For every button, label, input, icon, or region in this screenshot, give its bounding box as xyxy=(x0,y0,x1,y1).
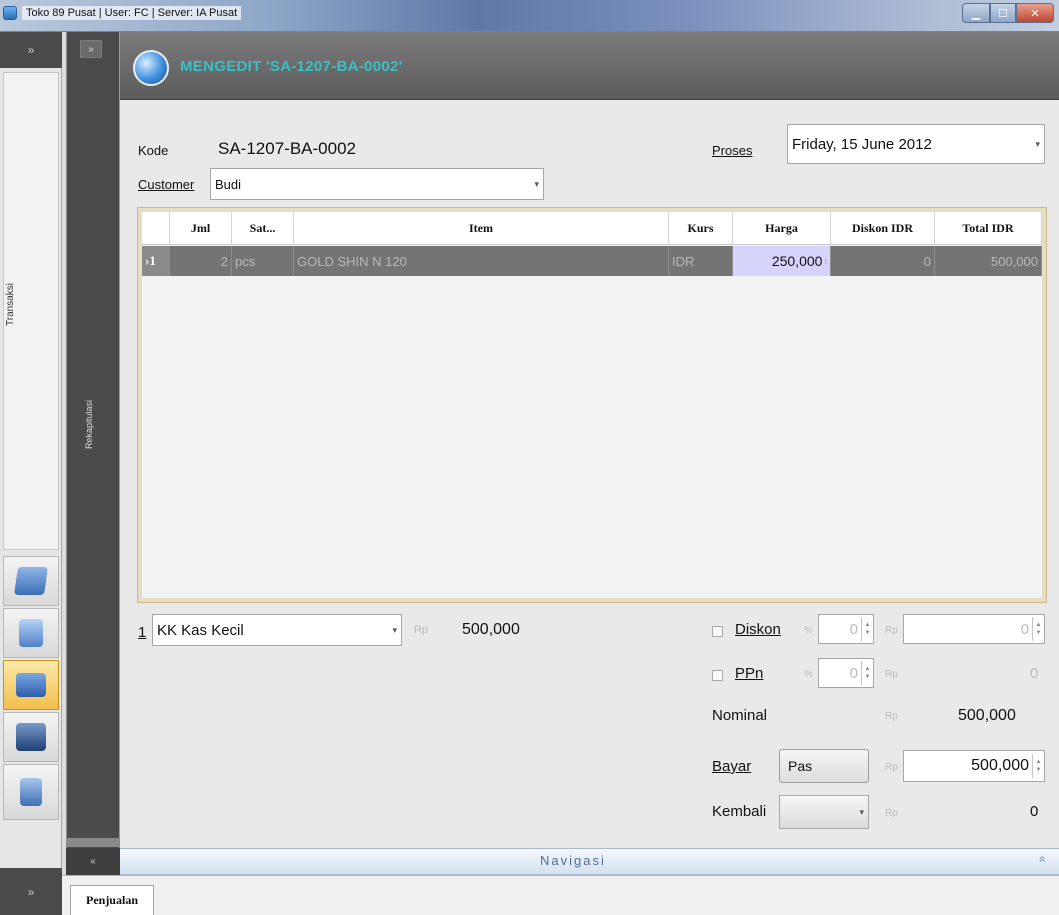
spinner-arrows-icon[interactable]: ▲ ▼ xyxy=(1032,617,1044,641)
cell-kurs[interactable]: IDR xyxy=(669,246,733,276)
recap-panel-label: Rekapitulasi xyxy=(84,400,94,450)
chevron-down-icon[interactable]: ▾ xyxy=(859,807,864,818)
page-title: MENGEDIT 'SA-1207-BA-0002' xyxy=(180,58,403,75)
proses-date-picker[interactable]: Friday, 15 June 2012 ▾ xyxy=(787,124,1045,164)
payment-account-dropdown[interactable]: KK Kas Kecil ▾ xyxy=(152,614,402,646)
window-controls: ▁ ☐ ✕ xyxy=(962,3,1054,23)
column-header-diskon[interactable]: Diskon IDR xyxy=(831,212,935,244)
kode-value: SA-1207-BA-0002 xyxy=(218,139,356,158)
cell-satuan[interactable]: pcs xyxy=(232,246,294,276)
chevron-down-icon[interactable]: ▾ xyxy=(534,179,539,190)
diskon-amount-spinner[interactable]: 0 ▲ ▼ xyxy=(903,614,1045,644)
folder-icon xyxy=(16,723,46,751)
table-row[interactable]: › 1 2 pcs GOLD SHIN N 120 IDR 250,000 ⁝ 0 … xyxy=(142,246,1042,276)
nominal-value: 500,000 xyxy=(958,707,1016,724)
cell-total[interactable]: 500,000 xyxy=(935,246,1042,276)
column-header-total[interactable]: Total IDR xyxy=(935,212,1042,244)
chevron-down-icon[interactable]: ▾ xyxy=(1035,139,1040,150)
recap-panel xyxy=(66,32,120,875)
pas-button[interactable]: Pas xyxy=(779,749,869,783)
sidebar-item-cashier[interactable] xyxy=(3,556,59,606)
report-icon xyxy=(20,778,42,806)
currency-symbol: Rp xyxy=(885,762,898,773)
diskon-label: Diskon xyxy=(735,621,781,638)
customer-label: Customer xyxy=(138,177,195,192)
shopping-bag-icon xyxy=(16,673,46,697)
column-header-jml[interactable]: Jml xyxy=(170,212,232,244)
diskon-percent-value: 0 xyxy=(849,620,858,638)
kembali-value: 0 xyxy=(1030,803,1039,820)
spinner-arrows-icon[interactable]: ▲ ▼ xyxy=(1032,754,1044,778)
column-header-harga[interactable]: Harga xyxy=(733,212,831,244)
currency-symbol: Rp xyxy=(885,808,898,819)
tab-penjualan[interactable]: Penjualan xyxy=(70,885,154,915)
ppn-label: PPn xyxy=(735,665,764,682)
payment-amount: 500,000 xyxy=(462,621,520,638)
chevron-down-icon[interactable]: ▾ xyxy=(392,625,397,636)
currency-symbol: Rp xyxy=(414,624,429,636)
spinner-arrows-icon[interactable]: ▲ ▼ xyxy=(861,661,873,685)
percent-symbol: % xyxy=(804,669,813,680)
sidebar-item-purchase[interactable] xyxy=(3,608,59,658)
document-icon xyxy=(19,619,43,647)
cell-harga-editor[interactable]: 250,000 ⁝ xyxy=(733,246,831,276)
sidebar-bottom-toggle[interactable]: » xyxy=(0,868,62,915)
navigation-label: Navigasi xyxy=(540,853,606,868)
kembali-label: Kembali xyxy=(712,803,767,820)
app-icon xyxy=(3,6,17,20)
currency-symbol: Rp xyxy=(885,669,898,680)
currency-symbol: Rp xyxy=(885,711,898,722)
cash-register-icon xyxy=(14,567,48,595)
maximize-button[interactable]: ☐ xyxy=(990,3,1016,23)
customer-value: Budi xyxy=(215,176,242,192)
kembali-dropdown[interactable]: ▾ xyxy=(779,795,869,829)
sidebar-item-reports[interactable] xyxy=(3,764,59,820)
cell-diskon[interactable]: 0 xyxy=(831,246,935,276)
grid-header-indicator xyxy=(142,212,170,244)
payment-account-value: KK Kas Kecil xyxy=(157,621,244,639)
percent-symbol: % xyxy=(804,625,813,636)
diskon-checkbox[interactable] xyxy=(712,625,723,640)
grid-header: Jml Sat... Item Kurs Harga Diskon IDR To… xyxy=(142,212,1042,245)
cell-item[interactable]: GOLD SHIN N 120 xyxy=(294,246,669,276)
diskon-amount-value: 0 xyxy=(1020,620,1029,638)
chevron-up-icon[interactable]: » xyxy=(1034,856,1048,863)
window-title: Toko 89 Pusat | User: FC | Server: IA Pu… xyxy=(22,6,242,20)
ppn-percent-spinner[interactable]: 0 ▲ ▼ xyxy=(818,658,874,688)
nominal-label: Nominal xyxy=(712,707,768,724)
bayar-label: Bayar xyxy=(712,758,752,775)
column-header-kurs[interactable]: Kurs xyxy=(669,212,733,244)
diskon-percent-spinner[interactable]: 0 ▲ ▼ xyxy=(818,614,874,644)
sidebar-item-sales[interactable] xyxy=(3,660,59,710)
tab-strip xyxy=(62,875,1059,915)
sidebar-item-folder[interactable] xyxy=(3,712,59,762)
column-header-item[interactable]: Item xyxy=(294,212,669,244)
customer-dropdown[interactable]: Budi ▾ xyxy=(210,168,544,200)
ppn-percent-value: 0 xyxy=(849,664,858,682)
currency-symbol: Rp xyxy=(885,625,898,636)
close-button[interactable]: ✕ xyxy=(1016,3,1054,23)
proses-date-value: Friday, 15 June 2012 xyxy=(792,135,932,153)
payment-index: 1 xyxy=(138,624,147,641)
row-indicator: › 1 xyxy=(142,246,170,276)
recap-panel-collapse[interactable]: « xyxy=(66,848,120,875)
recap-panel-grip[interactable] xyxy=(66,838,120,847)
kode-label: Kode xyxy=(138,143,169,158)
bayar-amount-value: 500,000 xyxy=(971,757,1029,774)
recap-panel-toggle[interactable]: » xyxy=(80,40,102,58)
column-header-satuan[interactable]: Sat... xyxy=(232,212,294,244)
ppn-amount: 0 xyxy=(1030,665,1039,682)
sidebar-expand-button[interactable]: » xyxy=(0,32,62,68)
ppn-checkbox[interactable] xyxy=(712,669,723,684)
proses-label: Proses xyxy=(712,143,753,158)
minimize-button[interactable]: ▁ xyxy=(962,3,990,23)
sidebar-section: Transaksi xyxy=(3,72,59,550)
edit-globe-icon xyxy=(133,50,169,86)
bayar-amount-input[interactable]: 500,000 ▲ ▼ xyxy=(903,750,1045,782)
spinner-arrows-icon[interactable]: ▲ ▼ xyxy=(861,617,873,641)
sidebar-section-label: Transaksi xyxy=(5,283,16,326)
cell-jml[interactable]: 2 xyxy=(170,246,232,276)
